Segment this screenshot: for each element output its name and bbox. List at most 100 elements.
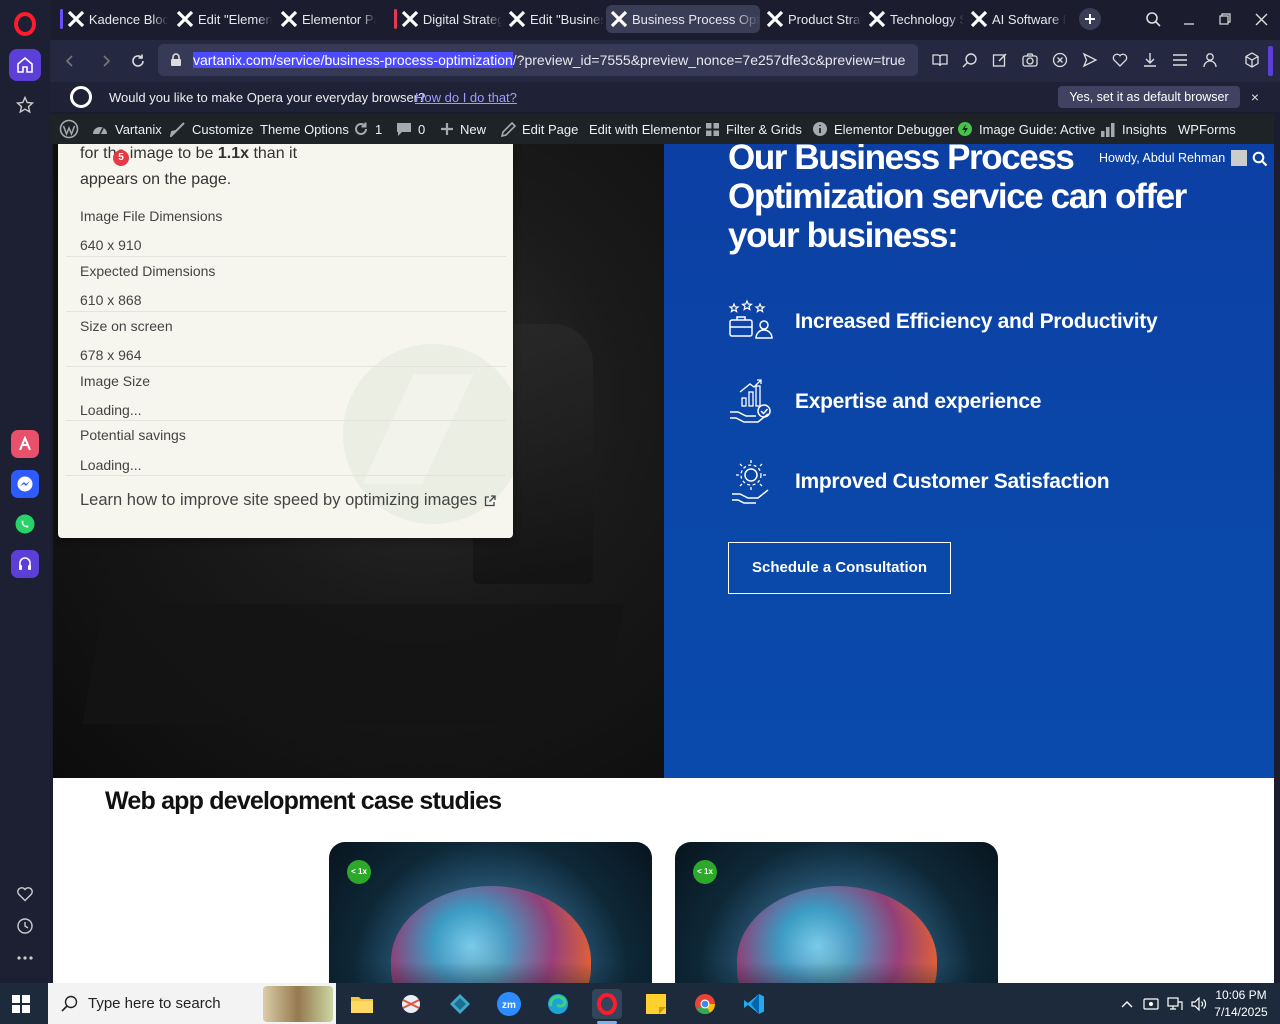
comments-link[interactable]: 0 <box>396 114 425 144</box>
guide-value: Loading... <box>80 402 142 418</box>
edge-icon[interactable] <box>543 989 573 1019</box>
tab-product-strategy[interactable]: Product Strate <box>762 5 862 33</box>
admin-search-icon[interactable] <box>1252 151 1268 172</box>
reload-icon[interactable] <box>127 50 149 72</box>
opera-logo-icon[interactable] <box>14 12 36 36</box>
close-window-icon[interactable] <box>1250 8 1272 30</box>
aria-app-icon[interactable] <box>11 430 39 458</box>
forward-arrow-icon[interactable] <box>95 50 117 72</box>
filter-grids-link[interactable]: Filter & Grids <box>705 114 802 144</box>
schedule-consultation-button[interactable]: Schedule a Consultation <box>728 542 951 594</box>
back-arrow-icon[interactable] <box>59 50 81 72</box>
tab-digital-strategy[interactable]: Digital Strateg <box>390 5 502 33</box>
wordpress-logo-icon[interactable] <box>59 114 85 144</box>
send-flow-icon[interactable] <box>1080 50 1100 70</box>
divider <box>66 256 506 257</box>
edit-with-elementor-link[interactable]: Edit with Elementor <box>589 114 701 144</box>
new-content-link[interactable]: New <box>440 114 486 144</box>
more-dots-icon[interactable] <box>9 942 41 974</box>
extensions-cube-icon[interactable] <box>1242 50 1262 70</box>
tab-search-icon[interactable] <box>1142 8 1164 30</box>
windows-start-icon[interactable] <box>12 995 30 1013</box>
url-text[interactable]: vartanix.com/service/business-process-op… <box>193 52 905 68</box>
music-player-icon[interactable] <box>11 550 39 578</box>
taskbar-search-box[interactable]: Type here to search <box>48 983 336 1024</box>
file-explorer-icon[interactable] <box>347 989 377 1019</box>
theme-options-link[interactable]: Theme Options <box>260 114 349 144</box>
updates-link[interactable]: 1 <box>353 114 382 144</box>
divider <box>66 366 506 367</box>
tab-ai-software[interactable]: AI Software D <box>966 5 1066 33</box>
tab-elementor-page[interactable]: Elementor Pa <box>276 5 376 33</box>
tab-kadence[interactable]: Kadence Block <box>56 5 168 33</box>
clock-date: 7/14/2025 <box>1214 1005 1268 1019</box>
customize-link[interactable]: Customize <box>170 114 253 144</box>
volume-icon[interactable] <box>1190 995 1208 1013</box>
snipping-tool-icon[interactable] <box>396 989 426 1019</box>
guide-label: Image File Dimensions <box>80 208 223 224</box>
edit-icon[interactable] <box>990 50 1010 70</box>
edit-page-link[interactable]: Edit Page <box>501 114 578 144</box>
favorite-heart-icon[interactable] <box>1110 50 1130 70</box>
insights-link[interactable]: Insights <box>1100 114 1167 144</box>
snapshot-camera-icon[interactable] <box>1020 50 1040 70</box>
image-ratio-badge: < 1x <box>347 860 371 884</box>
case-study-card[interactable]: < 1x <box>329 842 652 983</box>
network-icon[interactable] <box>1166 995 1184 1013</box>
speed-dial-home-icon[interactable] <box>9 49 41 81</box>
chrome-icon[interactable] <box>690 989 720 1019</box>
new-tab-plus-icon[interactable] <box>1079 8 1101 30</box>
sidebar-accent-bar <box>1268 46 1273 76</box>
optimize-images-label: Learn how to improve site speed by optim… <box>80 491 478 509</box>
wpforms-link[interactable]: WPForms <box>1178 114 1236 144</box>
satisfaction-icon <box>732 460 769 504</box>
lock-icon <box>171 53 181 66</box>
elementor-debugger-link[interactable]: Elementor Debugger <box>812 114 954 144</box>
tab-edit-elementor[interactable]: Edit "Elemento <box>172 5 272 33</box>
set-default-button[interactable]: Yes, set it as default browser <box>1058 86 1240 108</box>
tray-chevron-icon[interactable] <box>1118 995 1136 1013</box>
close-icon[interactable]: × <box>1246 88 1264 106</box>
messenger-icon[interactable] <box>11 470 39 498</box>
profile-icon[interactable] <box>1200 50 1220 70</box>
navigation-bar: vartanix.com/service/business-process-op… <box>50 40 1280 82</box>
find-in-page-icon[interactable] <box>960 50 980 70</box>
x-logo-icon <box>766 10 784 28</box>
how-to-link[interactable]: How do I do that? <box>415 90 517 105</box>
restore-icon[interactable] <box>1214 8 1236 30</box>
avatar <box>1231 150 1248 166</box>
url-selected-part: vartanix.com/service/business-process-op… <box>193 52 513 68</box>
tab-edit-business[interactable]: Edit "Business <box>504 5 604 33</box>
app-diamond-icon[interactable] <box>445 989 475 1019</box>
bookmarks-star-icon[interactable] <box>9 89 41 121</box>
guide-label: Image Size <box>80 373 151 389</box>
sticky-notes-icon[interactable] <box>641 989 671 1019</box>
minimize-icon[interactable] <box>1178 8 1200 30</box>
address-bar[interactable]: vartanix.com/service/business-process-op… <box>158 44 918 76</box>
tab-label: Edit "Elemento <box>198 11 272 27</box>
benefit-item: Increased Efficiency and Productivity <box>728 298 1228 348</box>
case-study-card[interactable]: < 1x <box>675 842 998 983</box>
optimize-images-link[interactable]: Learn how to improve site speed by optim… <box>80 491 496 510</box>
insights-label: Insights <box>1122 121 1167 137</box>
lead-text-part: for the image to be <box>80 145 218 162</box>
download-icon[interactable] <box>1140 50 1160 70</box>
easy-setup-menu-icon[interactable] <box>1170 50 1190 70</box>
opera-logo-icon <box>70 86 92 108</box>
opera-taskbar-icon[interactable] <box>592 989 622 1019</box>
ad-blocker-icon[interactable] <box>1050 50 1070 70</box>
site-name-link[interactable]: Vartanix <box>91 114 162 144</box>
tab-business-process-active[interactable]: Business Process Optim <box>606 5 760 33</box>
tab-technology[interactable]: Technology St <box>864 5 964 33</box>
history-clock-icon[interactable] <box>9 910 41 942</box>
meet-now-icon[interactable] <box>1142 995 1160 1013</box>
image-guide-link[interactable]: Image Guide: Active <box>957 114 1095 144</box>
heart-icon[interactable] <box>9 878 41 910</box>
account-greeting[interactable]: Howdy, Abdul Rehman <box>1099 150 1248 166</box>
system-clock[interactable]: 10:06 PM 7/14/2025 <box>1210 987 1272 1021</box>
circuit-board-shade <box>675 962 998 983</box>
vscode-icon[interactable] <box>739 989 769 1019</box>
zoom-icon[interactable]: zm <box>494 989 524 1019</box>
reader-mode-icon[interactable] <box>930 50 950 70</box>
whatsapp-icon[interactable] <box>11 510 39 538</box>
